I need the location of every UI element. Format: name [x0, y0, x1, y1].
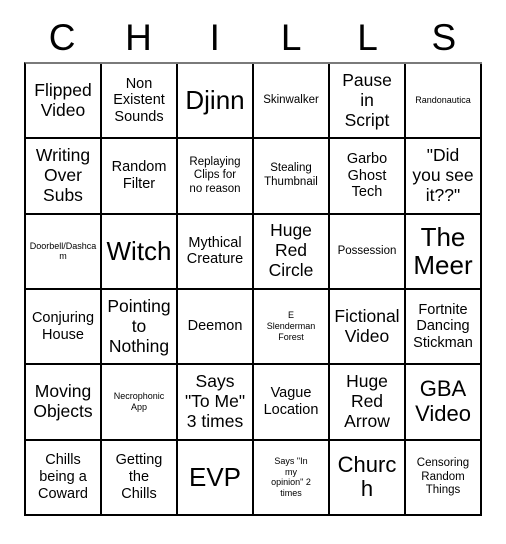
bingo-cell[interactable]: Garbo Ghost Tech: [330, 139, 406, 215]
bingo-cell[interactable]: Skinwalker: [254, 64, 330, 140]
bingo-cell-label: Censoring Random Things: [416, 456, 470, 497]
bingo-cell-label: Writing Over Subs: [35, 145, 91, 205]
bingo-cell[interactable]: Stealing Thumbnail: [254, 139, 330, 215]
bingo-cell[interactable]: Fictional Video: [330, 290, 406, 366]
bingo-cell-label: E Slenderman Forest: [266, 310, 316, 343]
bingo-cell[interactable]: Doorbell/Dashcam: [26, 214, 102, 290]
bingo-header-letter-5: S: [431, 17, 457, 58]
bingo-cell-label: Garbo Ghost Tech: [346, 150, 388, 201]
bingo-cell-label: Mythical Creature: [186, 234, 244, 268]
bingo-cell[interactable]: Conjuring House: [26, 290, 102, 366]
bingo-header-letter-1: H: [125, 17, 152, 58]
bingo-cell-label: Moving Objects: [33, 381, 93, 421]
bingo-cell-label: Church: [337, 451, 397, 502]
bingo-cell-label: Doorbell/Dashcam: [29, 240, 97, 262]
bingo-cell[interactable]: Says "To Me" 3 times: [178, 365, 254, 441]
bingo-cell-label: Vague Location: [263, 385, 319, 418]
bingo-cell-label: Pause in Script: [342, 69, 392, 130]
bingo-header: CHILLS: [24, 14, 482, 62]
bingo-cell-label: Getting the Chills: [115, 452, 163, 502]
bingo-cell-label: Chills being a Coward: [38, 452, 88, 502]
bingo-cell[interactable]: Replaying Clips for no reason: [178, 139, 254, 215]
bingo-cell[interactable]: Flipped Video: [26, 64, 102, 140]
bingo-cell-label: Stealing Thumbnail: [264, 162, 318, 188]
bingo-cell-label: Random Filter: [111, 159, 167, 192]
bingo-cell[interactable]: GBA Video: [406, 365, 482, 441]
bingo-cell-label: Huge Red Circle: [268, 220, 314, 281]
bingo-cell[interactable]: Pause in Script: [330, 64, 406, 140]
bingo-cell-label: Fictional Video: [334, 305, 400, 346]
bingo-cell-label: Possession: [337, 244, 397, 257]
bingo-cell[interactable]: Huge Red Circle: [254, 214, 330, 290]
bingo-cell[interactable]: Church: [330, 440, 406, 516]
bingo-cell-label: Non Existent Sounds: [113, 75, 165, 125]
bingo-cell[interactable]: Possession: [330, 214, 406, 290]
bingo-cell-label: Djinn: [185, 85, 245, 116]
bingo-cell[interactable]: Fortnite Dancing Stickman: [406, 290, 482, 366]
bingo-card: C H I L L S Flipped Video Non Existent Sounds D…: [0, 0, 506, 544]
bingo-cell[interactable]: Necrophonic App: [102, 365, 178, 441]
bingo-cell-label: "Did you see it??": [412, 145, 474, 205]
bingo-cell[interactable]: Pointing to Nothing: [102, 290, 178, 366]
bingo-cell[interactable]: E Slenderman Forest: [254, 290, 330, 366]
bingo-cell[interactable]: Chills being a Coward: [26, 440, 102, 516]
bingo-cell[interactable]: Deemon: [178, 290, 254, 366]
bingo-cell[interactable]: Writing Over Subs: [26, 139, 102, 215]
bingo-cell-label: The Meer: [413, 221, 473, 281]
bingo-cell[interactable]: Mythical Creature: [178, 214, 254, 290]
bingo-cell-label: Pointing to Nothing: [107, 295, 171, 356]
bingo-cell[interactable]: Getting the Chills: [102, 440, 178, 516]
bingo-cell-label: Replaying Clips for no reason: [189, 155, 241, 195]
bingo-header-letter-0: C: [48, 17, 76, 58]
bingo-cell[interactable]: Random Filter: [102, 139, 178, 215]
bingo-cell-label: Deemon: [187, 318, 243, 335]
bingo-cell-label: Skinwalker: [263, 93, 319, 106]
bingo-cell-label: Huge Red Arrow: [344, 371, 390, 431]
bingo-cell[interactable]: Djinn: [178, 64, 254, 140]
bingo-header-letter-4: L: [357, 17, 378, 58]
bingo-cell[interactable]: Says "In my opinion" 2 times: [254, 440, 330, 516]
bingo-cell[interactable]: Moving Objects: [26, 365, 102, 441]
bingo-grid: Flipped Video Non Existent Sounds Djinn Ski…: [24, 62, 482, 516]
bingo-cell[interactable]: Huge Red Arrow: [330, 365, 406, 441]
bingo-cell-label: Fortnite Dancing Stickman: [413, 301, 473, 351]
bingo-cell-label: EVP: [188, 462, 242, 493]
bingo-cell-label: Flipped Video: [34, 79, 92, 120]
bingo-cell[interactable]: Randonautica: [406, 64, 482, 140]
bingo-header-letter-2: I: [209, 17, 220, 58]
bingo-cell[interactable]: Non Existent Sounds: [102, 64, 178, 140]
bingo-cell[interactable]: Vague Location: [254, 365, 330, 441]
bingo-cell[interactable]: Witch: [102, 214, 178, 290]
bingo-cell-label: Randonautica: [415, 95, 471, 106]
bingo-cell-label: Says "In my opinion" 2 times: [271, 455, 311, 499]
bingo-cell[interactable]: EVP: [178, 440, 254, 516]
bingo-cell[interactable]: Censoring Random Things: [406, 440, 482, 516]
bingo-cell-label: Witch: [106, 236, 172, 267]
bingo-cell-label: Says "To Me" 3 times: [184, 371, 246, 431]
bingo-cell[interactable]: "Did you see it??": [406, 139, 482, 215]
bingo-cell-label: Necrophonic App: [113, 391, 165, 412]
bingo-cell[interactable]: The Meer: [406, 214, 482, 290]
bingo-header-letter-3: L: [280, 17, 302, 58]
bingo-cell-label: Conjuring House: [31, 309, 95, 343]
bingo-cell-label: GBA Video: [415, 376, 471, 426]
